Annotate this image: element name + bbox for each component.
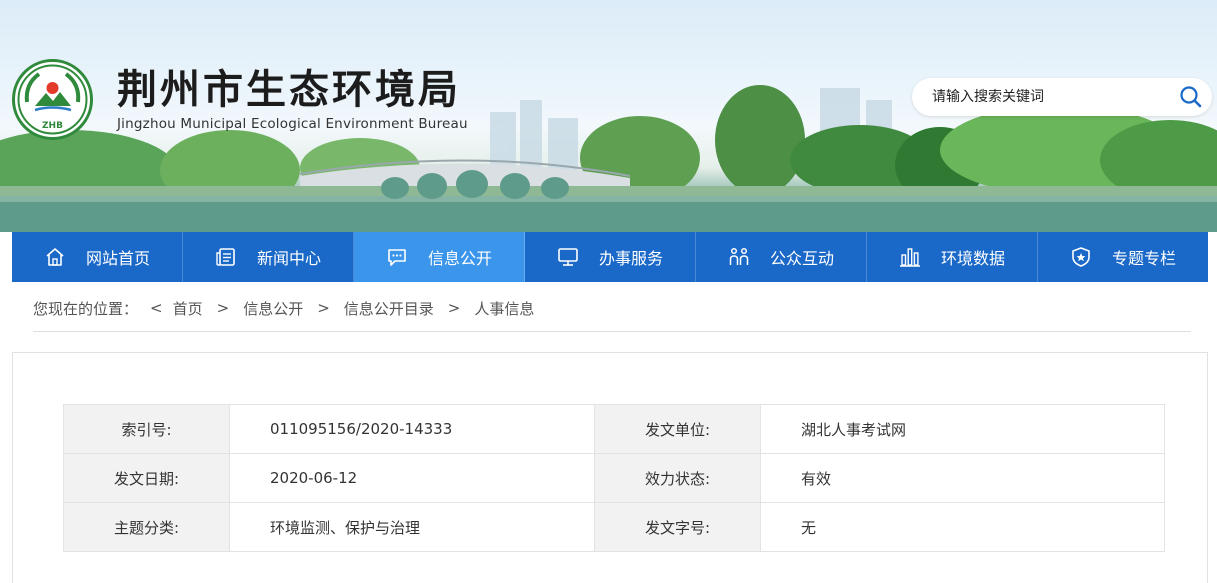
document-number-label: 发文字号: bbox=[594, 502, 761, 552]
shield-star-icon bbox=[1072, 247, 1090, 267]
nav-item-label: 办事服务 bbox=[598, 249, 663, 268]
breadcrumb-separator: > bbox=[317, 299, 330, 317]
nav-item-label: 信息公开 bbox=[427, 249, 492, 268]
subject-category-value: 环境监测、保护与治理 bbox=[229, 502, 595, 552]
breadcrumb-separator: < bbox=[150, 299, 163, 317]
news-icon bbox=[216, 248, 235, 266]
breadcrumb-prefix: 您现在的位置： bbox=[33, 299, 139, 318]
issue-date-value: 2020-06-12 bbox=[229, 453, 595, 503]
nav-item-env-data[interactable]: 环境数据 bbox=[867, 232, 1038, 282]
breadcrumb-divider bbox=[33, 331, 1191, 332]
issuing-unit-label: 发文单位: bbox=[594, 404, 761, 454]
nav-item-home[interactable]: 网站首页 bbox=[12, 232, 183, 282]
breadcrumb-info-catalog[interactable]: 信息公开目录 bbox=[344, 298, 434, 319]
people-icon bbox=[729, 247, 749, 265]
breadcrumb-separator: > bbox=[216, 299, 230, 317]
nav-item-label: 专题专栏 bbox=[1111, 249, 1176, 268]
logo-emblem-icon: ZHB bbox=[17, 64, 88, 135]
monitor-icon bbox=[558, 248, 578, 266]
validity-status-value: 有效 bbox=[760, 453, 1165, 503]
site-title: 荆州市生态环境局 bbox=[117, 67, 461, 113]
breadcrumb-separator: > bbox=[447, 299, 461, 317]
breadcrumb-personnel-info[interactable]: 人事信息 bbox=[474, 298, 534, 319]
main-nav: 网站首页 新闻中心 信息公开 办事服务 公众互动 环境数据 专题专栏 bbox=[12, 232, 1208, 282]
home-icon bbox=[46, 248, 64, 266]
search-icon[interactable] bbox=[1178, 84, 1204, 110]
search-bar bbox=[912, 78, 1212, 116]
issue-date-label: 发文日期: bbox=[63, 453, 230, 503]
subject-category-label: 主题分类: bbox=[63, 502, 230, 552]
nav-item-info-disclosure[interactable]: 信息公开 bbox=[354, 232, 525, 282]
breadcrumb-home[interactable]: 首页 bbox=[173, 298, 203, 319]
table-row: 主题分类: 环境监测、保护与治理 发文字号: 无 bbox=[63, 502, 1165, 552]
nav-item-label: 环境数据 bbox=[940, 249, 1005, 268]
nav-item-news[interactable]: 新闻中心 bbox=[183, 232, 354, 282]
issuing-unit-value: 湖北人事考试网 bbox=[760, 404, 1165, 454]
nav-item-special-topics[interactable]: 专题专栏 bbox=[1038, 232, 1208, 282]
bar-chart-icon bbox=[899, 248, 920, 267]
svg-text:ZHB: ZHB bbox=[42, 121, 63, 131]
document-metadata-table: 索引号: 011095156/2020-14333 发文单位: 湖北人事考试网 … bbox=[63, 404, 1165, 552]
nav-item-public-interaction[interactable]: 公众互动 bbox=[696, 232, 867, 282]
nav-item-label: 公众互动 bbox=[769, 249, 834, 268]
index-number-label: 索引号: bbox=[63, 404, 230, 454]
document-number-value: 无 bbox=[760, 502, 1165, 552]
index-number-value: 011095156/2020-14333 bbox=[229, 404, 595, 454]
breadcrumb: 您现在的位置： < 首页 > 信息公开 > 信息公开目录 > 人事信息 bbox=[33, 297, 534, 319]
validity-status-label: 效力状态: bbox=[594, 453, 761, 503]
nav-item-services[interactable]: 办事服务 bbox=[525, 232, 696, 282]
search-input[interactable] bbox=[932, 86, 1172, 108]
nav-item-label: 新闻中心 bbox=[256, 249, 321, 268]
site-subtitle: Jingzhou Municipal Ecological Environmen… bbox=[117, 116, 468, 132]
table-row: 索引号: 011095156/2020-14333 发文单位: 湖北人事考试网 bbox=[63, 404, 1165, 454]
breadcrumb-info-disclosure[interactable]: 信息公开 bbox=[243, 298, 303, 319]
nav-item-label: 网站首页 bbox=[85, 249, 150, 268]
chat-icon bbox=[388, 249, 406, 266]
header-banner: ZHB 荆州市生态环境局 Jingzhou Municipal Ecologic… bbox=[0, 0, 1217, 232]
bureau-logo: ZHB bbox=[12, 59, 93, 140]
table-row: 发文日期: 2020-06-12 效力状态: 有效 bbox=[63, 453, 1165, 503]
